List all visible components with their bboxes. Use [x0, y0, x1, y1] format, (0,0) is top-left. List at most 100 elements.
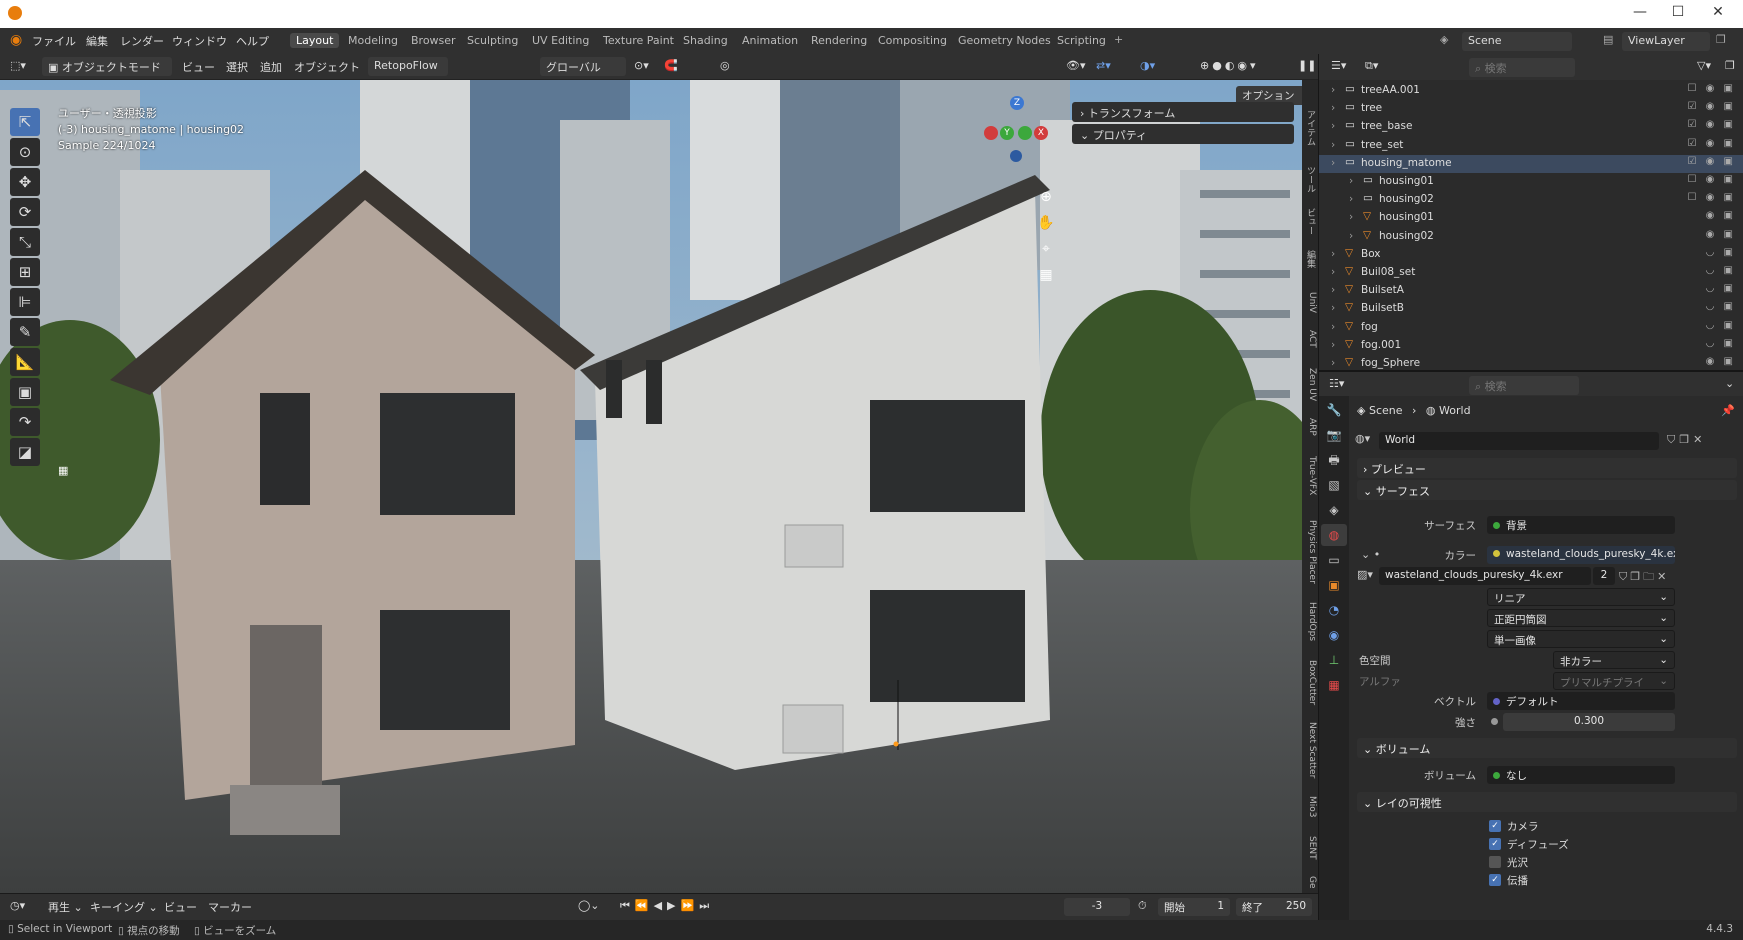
add-workspace-button[interactable]: +: [1114, 33, 1123, 46]
auto-keying-icon[interactable]: ◯⌄: [578, 899, 600, 912]
menu-timeline-view[interactable]: ビュー: [164, 899, 197, 915]
visibility-toggle-icons[interactable]: ☐ ◉ ▣: [1688, 83, 1737, 94]
expand-arrow-icon[interactable]: ›: [1349, 230, 1353, 242]
menu-render[interactable]: レンダー: [120, 33, 164, 49]
outliner-row[interactable]: › ▭ tree_set ☑ ◉ ▣: [1319, 137, 1743, 155]
minimize-button[interactable]: —: [1630, 4, 1650, 20]
tab-view[interactable]: ビュー: [1303, 208, 1317, 235]
outliner-row[interactable]: › ▽ BuilsetA ◡ ▣: [1319, 282, 1743, 300]
measure-tool-icon[interactable]: 📐: [10, 348, 40, 376]
outliner-item-name[interactable]: housing02: [1379, 230, 1434, 242]
menu-file[interactable]: ファイル: [32, 33, 76, 49]
expand-arrow-icon[interactable]: ›: [1331, 157, 1335, 169]
outliner-item-name[interactable]: tree_set: [1361, 139, 1403, 151]
transform-orientation-selector[interactable]: グローバル: [540, 57, 626, 76]
new-view-layer-icon[interactable]: ❐: [1716, 33, 1726, 46]
tab-sculpting[interactable]: Sculpting: [461, 33, 524, 48]
tab-univ[interactable]: UniV: [1303, 292, 1317, 313]
preview-range-icon[interactable]: ⏱: [1138, 899, 1147, 913]
gizmo-toggle-icon[interactable]: ⇄▾: [1096, 59, 1111, 72]
editor-type-icon[interactable]: ⬚▾: [10, 59, 26, 72]
rotate-tool-icon[interactable]: ⟳: [10, 198, 40, 226]
expand-arrow-icon[interactable]: ›: [1331, 84, 1335, 96]
outliner-row[interactable]: › ▽ housing01 ◉ ▣: [1319, 209, 1743, 227]
menu-view[interactable]: ビュー: [182, 59, 215, 75]
color-texture-field[interactable]: wasteland_clouds_puresky_4k.exr: [1487, 546, 1675, 564]
outliner-item-name[interactable]: BuilsetA: [1361, 284, 1404, 296]
outliner-row[interactable]: › ▭ tree ☑ ◉ ▣: [1319, 100, 1743, 118]
tab-ge[interactable]: Ge: [1303, 876, 1317, 889]
output-properties-tab-icon[interactable]: 🖶: [1321, 449, 1347, 471]
visibility-toggle-icons[interactable]: ☑ ◉ ▣: [1688, 138, 1737, 149]
shading-mode-icons[interactable]: ⊕●◐◉▾: [1200, 59, 1259, 72]
outliner-editor-type-icon[interactable]: ☰▾: [1331, 59, 1346, 72]
ray-visibility-section[interactable]: ⌄ レイの可視性: [1357, 792, 1737, 812]
render-properties-tab-icon[interactable]: 📷: [1321, 424, 1347, 446]
world-fake-user-duplicate-unlink-icons[interactable]: ⛉❐✕: [1667, 433, 1706, 447]
visibility-toggle-icons[interactable]: ☑ ◉ ▣: [1688, 101, 1737, 112]
tab-boxcutter[interactable]: BoxCutter: [1303, 660, 1317, 705]
texture-properties-tab-icon[interactable]: ▦: [1321, 674, 1347, 696]
tab-layout[interactable]: Layout: [290, 33, 340, 48]
playback-controls-icons[interactable]: ⏮⏪◀▶⏩⏭: [620, 899, 714, 913]
tab-animation[interactable]: Animation: [736, 33, 804, 48]
tab-texture-paint[interactable]: Texture Paint: [597, 33, 680, 48]
surface-section[interactable]: ⌄ サーフェス: [1357, 480, 1737, 500]
visibility-toggle-icons[interactable]: ◉ ▣: [1706, 356, 1736, 367]
outliner-item-name[interactable]: housing_matome: [1361, 157, 1452, 169]
menu-add[interactable]: 追加: [260, 59, 282, 75]
tab-compositing[interactable]: Compositing: [872, 33, 953, 48]
close-window-button[interactable]: ✕: [1708, 4, 1728, 20]
visibility-toggle-icons[interactable]: ☑ ◉ ▣: [1688, 156, 1737, 167]
outliner-item-name[interactable]: tree: [1361, 102, 1382, 114]
gizmo-neg-y-axis[interactable]: [1018, 126, 1032, 140]
outliner-item-name[interactable]: housing01: [1379, 175, 1434, 187]
view-layer-selector[interactable]: ViewLayer: [1622, 32, 1710, 51]
image-users-count[interactable]: 2: [1593, 567, 1615, 585]
preview-section[interactable]: › プレビュー: [1357, 458, 1737, 478]
outliner-row[interactable]: › ▭ housing_matome ☑ ◉ ▣: [1319, 154, 1743, 173]
pan-hand-icon[interactable]: ✋: [1036, 210, 1056, 236]
outliner-item-name[interactable]: fog: [1361, 321, 1378, 333]
tab-rendering[interactable]: Rendering: [805, 33, 873, 48]
outliner-row[interactable]: › ▽ Box ◡ ▣: [1319, 246, 1743, 264]
object-properties-tab-icon[interactable]: ▣: [1321, 574, 1347, 596]
vector-field[interactable]: デフォルト: [1487, 692, 1675, 710]
mode-selector[interactable]: ▣ オブジェクトモード: [42, 57, 172, 76]
gizmo-neg-x-axis[interactable]: [984, 126, 998, 140]
blender-menu-icon[interactable]: ◉: [10, 32, 22, 48]
pivot-point-icon[interactable]: ⊙▾: [634, 59, 649, 72]
world-name-field[interactable]: World: [1379, 432, 1659, 450]
outliner-row[interactable]: › ▭ treeAA.001 ☐ ◉ ▣: [1319, 82, 1743, 100]
scene-selector[interactable]: Scene: [1462, 32, 1572, 51]
outliner-item-name[interactable]: fog.001: [1361, 339, 1401, 351]
menu-playback[interactable]: 再生 ⌄: [48, 899, 83, 915]
outliner-item-name[interactable]: BuilsetB: [1361, 302, 1404, 314]
menu-select[interactable]: 選択: [226, 59, 248, 75]
expand-arrow-icon[interactable]: ›: [1331, 339, 1335, 351]
outliner-row[interactable]: › ▭ tree_base ☑ ◉ ▣: [1319, 118, 1743, 136]
source-dropdown[interactable]: 単一画像 ⌄: [1487, 630, 1675, 648]
camera-view-icon[interactable]: ⌖: [1036, 236, 1056, 262]
outliner-item-name[interactable]: Box: [1361, 248, 1381, 260]
menu-window[interactable]: ウィンドウ: [172, 33, 227, 49]
physics-properties-tab-icon[interactable]: ◉: [1321, 624, 1347, 646]
properties-options-icon[interactable]: ⌄: [1725, 377, 1734, 390]
scene-properties-tab-icon[interactable]: ◈: [1321, 499, 1347, 521]
visibility-toggle-icons[interactable]: ◡ ▣: [1706, 320, 1736, 331]
tab-arp[interactable]: ARP: [1303, 418, 1317, 436]
current-frame-field[interactable]: -3: [1064, 898, 1130, 916]
tab-geometry-nodes[interactable]: Geometry Nodes: [952, 33, 1057, 48]
menu-object[interactable]: オブジェクト: [294, 59, 360, 75]
outliner-row[interactable]: › ▭ housing01 ☐ ◉ ▣: [1319, 173, 1743, 191]
breadcrumb-world[interactable]: World: [1439, 404, 1471, 417]
visibility-toggle-icons[interactable]: ◡ ▣: [1706, 283, 1736, 294]
menu-marker[interactable]: マーカー: [208, 899, 252, 915]
expand-arrow-icon[interactable]: ›: [1331, 248, 1335, 260]
tab-sent[interactable]: SENT: [1303, 836, 1317, 860]
outliner-item-name[interactable]: tree_base: [1361, 120, 1412, 132]
navigation-gizmo[interactable]: Z Y X: [982, 94, 1052, 164]
filter-icon[interactable]: ▽▾: [1697, 59, 1711, 72]
overlay-toggle-icon[interactable]: ◑▾: [1140, 59, 1155, 72]
projection-dropdown[interactable]: 正距円筒図 ⌄: [1487, 609, 1675, 627]
